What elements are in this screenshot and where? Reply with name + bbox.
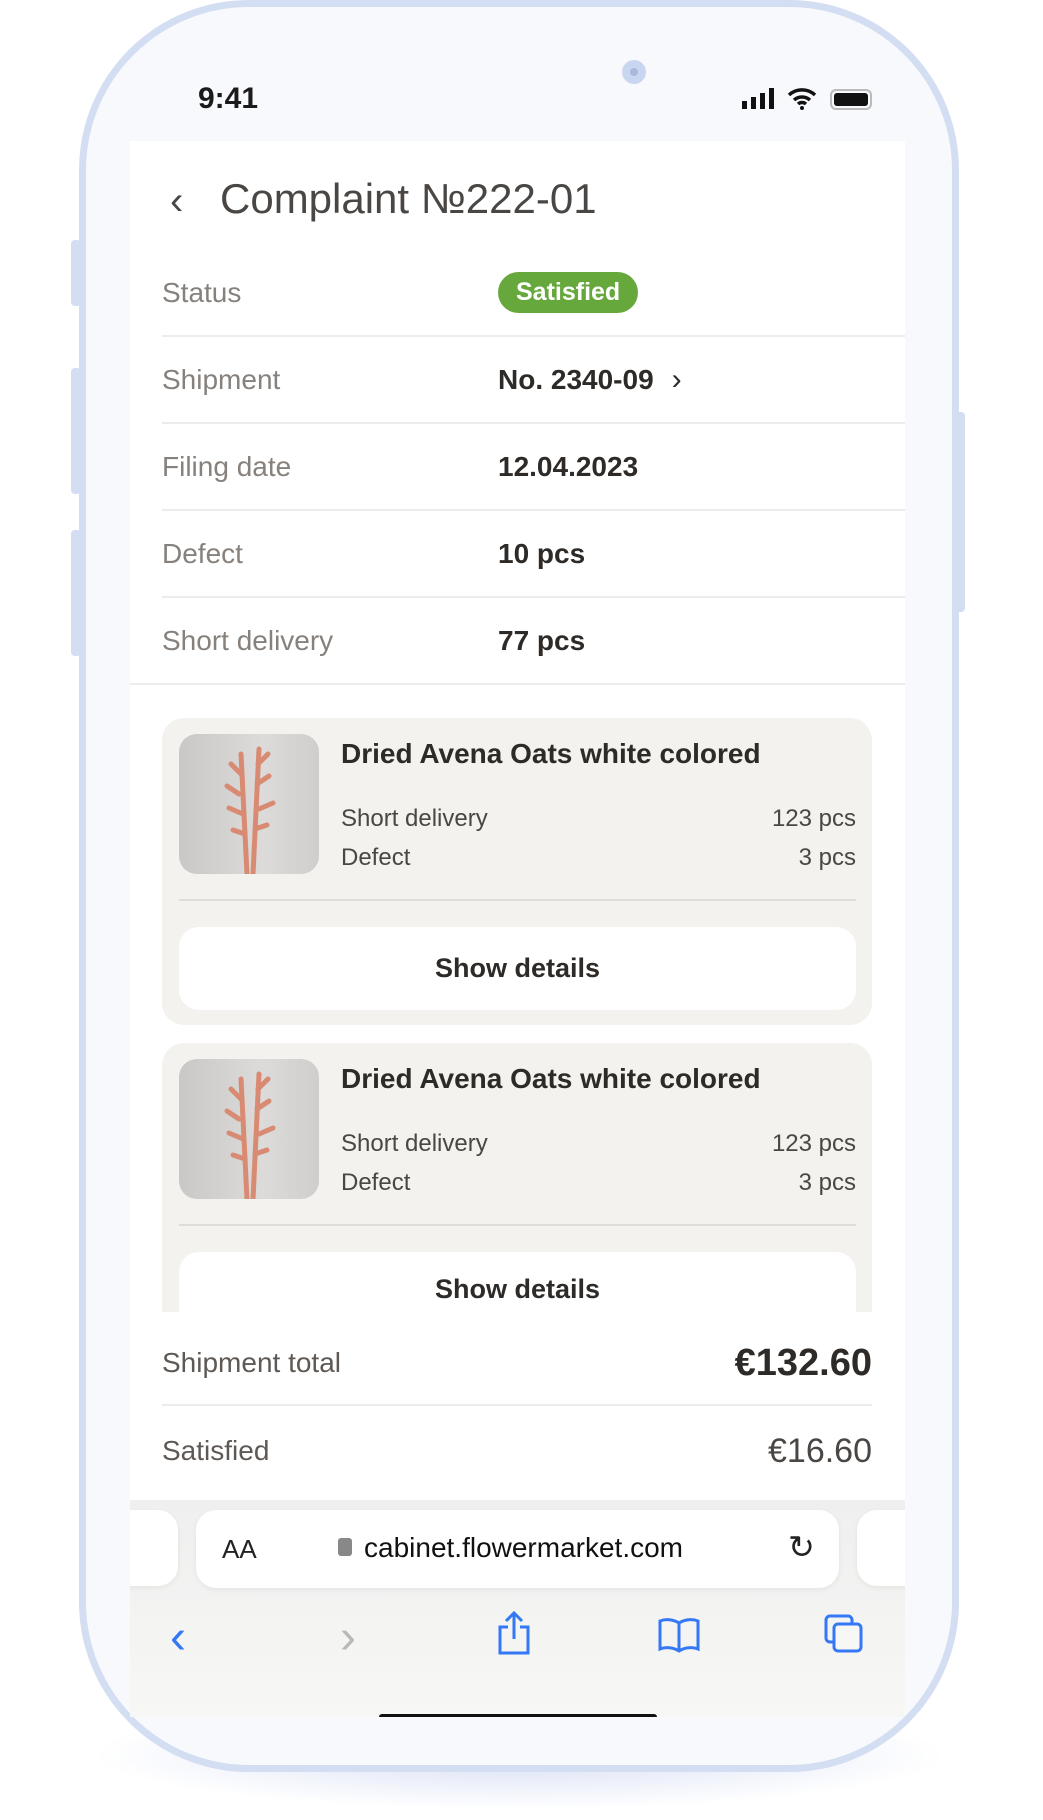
shipment-total-row: Shipment total €132.60 — [162, 1341, 872, 1384]
home-indicator — [379, 1714, 657, 1717]
forward-icon[interactable]: › — [340, 1610, 356, 1665]
item-card: Dried Avena Oats white colored Short del… — [162, 718, 872, 1025]
status-badge: Satisfied — [498, 272, 639, 313]
prev-tab-pill[interactable] — [130, 1510, 178, 1586]
detail-label: Filing date — [162, 450, 292, 482]
next-tab-pill[interactable] — [857, 1510, 905, 1586]
detail-row-shipment[interactable]: Shipment No. 2340-09 › — [162, 337, 905, 424]
detail-value: 77 pcs — [498, 624, 586, 656]
item-title: Dried Avena Oats white colored — [341, 1063, 761, 1094]
back-chevron-icon[interactable]: ‹ — [170, 179, 183, 224]
share-icon[interactable] — [496, 1611, 532, 1655]
show-details-button[interactable]: Show details — [179, 927, 856, 1010]
text-size-button[interactable]: AA — [222, 1534, 257, 1565]
back-icon[interactable]: ‹ — [170, 1610, 186, 1665]
reload-icon[interactable]: ↻ — [788, 1528, 815, 1566]
detail-label: Status — [162, 276, 242, 308]
status-time: 9:41 — [198, 82, 259, 115]
lock-icon — [338, 1538, 352, 1556]
wifi-icon — [787, 88, 817, 110]
battery-icon — [830, 89, 872, 110]
item-defect: Defect 3 pcs — [341, 844, 856, 871]
page-title: Complaint №222-01 — [220, 175, 597, 222]
detail-label: Short delivery — [162, 624, 334, 656]
shipment-link[interactable]: No. 2340-09 — [498, 364, 654, 396]
satisfied-row: Satisfied €16.60 — [162, 1431, 872, 1470]
address-bar[interactable]: AA cabinet.flowermarket.com ↻ — [196, 1510, 839, 1588]
browser-toolbar: AA cabinet.flowermarket.com ↻ ‹ › — [130, 1500, 905, 1717]
item-short-delivery: Short delivery 123 pcs — [341, 805, 856, 832]
detail-row-status: Status Satisfied — [162, 250, 905, 337]
summary-panel: Shipment total €132.60 Satisfied €16.60 — [130, 1312, 905, 1501]
detail-label: Shipment — [162, 363, 281, 395]
detail-label: Defect — [162, 537, 243, 569]
item-defect: Defect 3 pcs — [341, 1169, 856, 1196]
signal-icon — [742, 88, 774, 109]
detail-row-defect: Defect 10 pcs — [162, 511, 905, 598]
chevron-right-icon: › — [671, 362, 682, 396]
divider — [162, 1404, 872, 1406]
divider — [179, 899, 856, 901]
url-text[interactable]: cabinet.flowermarket.com — [364, 1532, 683, 1564]
detail-row-short-delivery: Short delivery 77 pcs — [130, 598, 905, 685]
tabs-icon[interactable] — [824, 1614, 864, 1654]
bookmarks-icon[interactable] — [657, 1617, 701, 1653]
divider — [179, 1224, 856, 1226]
detail-row-filing-date: Filing date 12.04.2023 — [162, 424, 905, 511]
detail-value: 12.04.2023 — [498, 450, 639, 482]
screen: ‹ Complaint №222-01 Status Satisfied Shi… — [130, 141, 905, 1717]
item-card: Dried Avena Oats white colored Short del… — [162, 1043, 872, 1350]
item-title: Dried Avena Oats white colored — [341, 738, 761, 769]
product-image — [179, 1059, 319, 1199]
item-short-delivery: Short delivery 123 pcs — [341, 1130, 856, 1157]
detail-value: 10 pcs — [498, 537, 586, 569]
camera — [622, 60, 646, 84]
product-image — [179, 734, 319, 874]
